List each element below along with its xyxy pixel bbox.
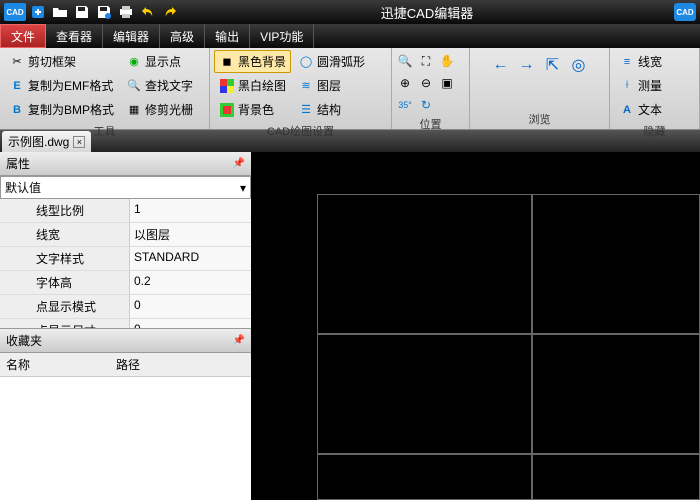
find-text-button[interactable]: 🔍查找文字	[121, 74, 198, 97]
zoom-out-icon[interactable]: ⊖	[417, 74, 435, 92]
measure-button[interactable]: ⟊测量	[614, 74, 667, 97]
saveas-icon[interactable]	[94, 3, 114, 21]
group-label: CAD绘图设置	[214, 121, 387, 141]
smooth-arc-button[interactable]: ◯圆滑弧形	[293, 50, 370, 73]
nav-out-icon[interactable]: ⇱	[544, 56, 562, 74]
properties-header: 属性📌	[0, 152, 251, 176]
menu-2[interactable]: 编辑器	[103, 24, 160, 48]
document-tab[interactable]: 示例图.dwg ×	[2, 131, 91, 152]
close-tab-icon[interactable]: ×	[73, 136, 85, 148]
trim-raster-button[interactable]: ▦修剪光栅	[121, 98, 198, 121]
nav-target-icon[interactable]: ◎	[570, 56, 588, 74]
pin-icon[interactable]: 📌	[233, 158, 245, 169]
default-value-combo[interactable]: 默认值▾	[0, 176, 251, 199]
menu-5[interactable]: VIP功能	[250, 24, 314, 48]
rotate-35-icon[interactable]: 35°	[396, 96, 414, 114]
rotate-icon[interactable]: ↻	[417, 96, 435, 114]
pan-icon[interactable]: ✋	[438, 52, 456, 70]
pin-icon[interactable]: 📌	[233, 335, 245, 346]
undo-icon[interactable]	[138, 3, 158, 21]
save-icon[interactable]	[72, 3, 92, 21]
nav-right-icon[interactable]: →	[518, 56, 536, 74]
zoom-fit-icon[interactable]: ▣	[438, 74, 456, 92]
bw-draw-button[interactable]: 黑白绘图	[214, 74, 291, 97]
property-row[interactable]: 线宽以图层	[0, 223, 251, 247]
property-row[interactable]: 线型比例1	[0, 199, 251, 223]
property-row[interactable]: 字体高0.2	[0, 271, 251, 295]
print-icon[interactable]	[116, 3, 136, 21]
favorites-body	[0, 377, 251, 500]
tab-label: 示例图.dwg	[8, 133, 69, 150]
zoom-window-icon[interactable]: 🔍	[396, 52, 414, 70]
bg-color-button[interactable]: 背景色	[214, 98, 291, 121]
show-points-button[interactable]: ◉显示点	[121, 50, 198, 73]
property-row[interactable]: 点显示尺寸0	[0, 319, 251, 329]
nav-left-icon[interactable]: ←	[492, 56, 510, 74]
redo-icon[interactable]	[160, 3, 180, 21]
drawing-canvas[interactable]	[252, 152, 700, 500]
copy-emf-button[interactable]: E复制为EMF格式	[4, 74, 119, 97]
property-row[interactable]: 点显示模式0	[0, 295, 251, 319]
linewidth-button[interactable]: ≡线宽	[614, 50, 667, 73]
favorites-header: 收藏夹📌	[0, 329, 251, 353]
property-row[interactable]: 文字样式STANDARD	[0, 247, 251, 271]
properties-list[interactable]: 线型比例1线宽以图层文字样式STANDARD字体高0.2点显示模式0点显示尺寸0	[0, 199, 251, 329]
menu-3[interactable]: 高级	[160, 24, 205, 48]
menu-1[interactable]: 查看器	[46, 24, 103, 48]
group-label: 隐藏	[614, 121, 695, 141]
new-icon[interactable]	[28, 3, 48, 21]
structure-button[interactable]: ☰结构	[293, 98, 370, 121]
zoom-extent-icon[interactable]: ⛶	[417, 52, 435, 70]
app-logo-icon: CAD	[4, 3, 26, 21]
text-button[interactable]: A文本	[614, 98, 667, 121]
menu-0[interactable]: 文件	[0, 24, 46, 48]
open-icon[interactable]	[50, 3, 70, 21]
app-title: 迅捷CAD编辑器	[182, 3, 672, 22]
black-bg-button[interactable]: ◼黑色背景	[214, 50, 291, 73]
dropdown-icon: ▾	[240, 181, 246, 195]
favorites-columns: 名称 路径	[0, 353, 251, 377]
menu-4[interactable]: 输出	[205, 24, 250, 48]
group-label: 浏览	[474, 109, 605, 129]
copy-bmp-button[interactable]: B复制为BMP格式	[4, 98, 119, 121]
zoom-in-icon[interactable]: ⊕	[396, 74, 414, 92]
group-label: 位置	[396, 114, 465, 134]
layers-button[interactable]: ≋图层	[293, 74, 370, 97]
clip-frame-button[interactable]: ✂剪切框架	[4, 50, 119, 73]
cad-icon: CAD	[674, 3, 696, 21]
